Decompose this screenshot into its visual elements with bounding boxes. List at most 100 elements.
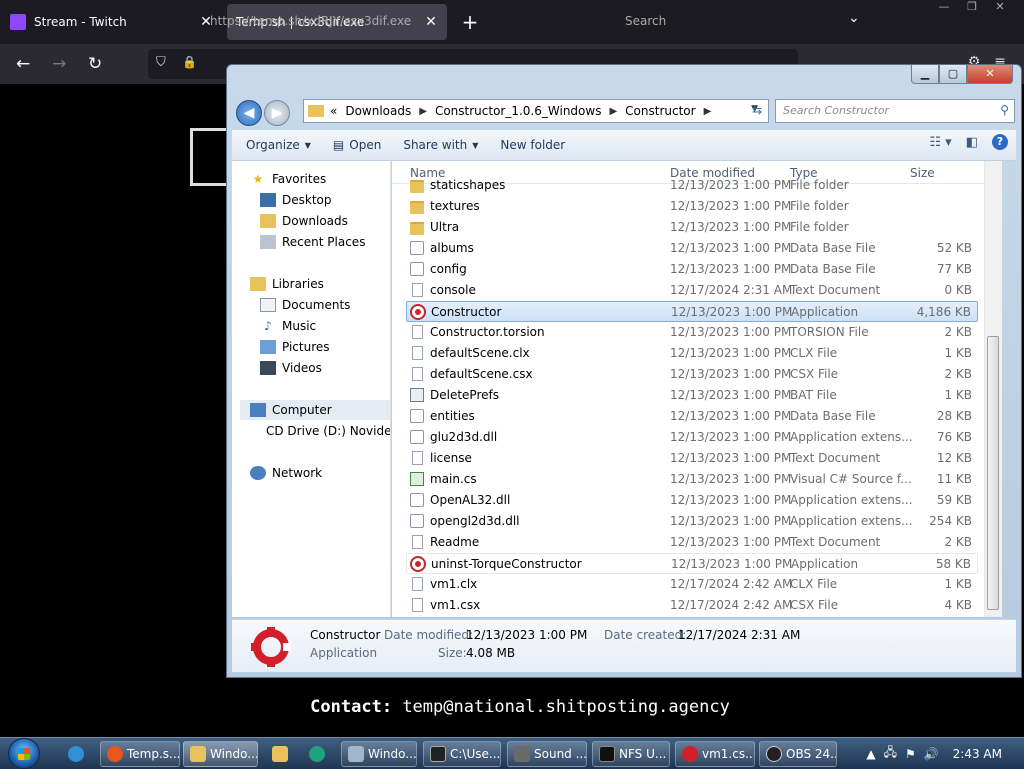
file-row[interactable]: console 12/17/2024 2:31 AM Text Document 0 …: [406, 280, 978, 301]
breadcrumb-constructor-windows[interactable]: Constructor_1.0.6_Windows: [435, 104, 602, 118]
start-button[interactable]: [8, 738, 40, 769]
network-icon[interactable]: 🖧: [884, 743, 897, 764]
scrollbar-thumb[interactable]: [987, 336, 999, 610]
taskbar-button-firefox[interactable]: Temp.s...: [100, 741, 180, 767]
file-row[interactable]: defaultScene.csx 12/13/2023 1:00 PM CSX Fi…: [406, 364, 978, 385]
close-icon[interactable]: ✕: [986, 0, 1014, 18]
close-icon[interactable]: ✕: [421, 14, 441, 30]
file-row[interactable]: main.cs 12/13/2023 1:00 PM Visual C# Sourc…: [406, 469, 978, 490]
file-row[interactable]: opengl2d3d.dll 12/13/2023 1:00 PM Applicat…: [406, 511, 978, 532]
share-with-button[interactable]: Share with ▼: [403, 138, 478, 152]
forward-arrow-icon[interactable]: ▶: [264, 100, 290, 126]
gear-file-icon: [410, 409, 424, 423]
file-row[interactable]: config 12/13/2023 1:00 PM Data Base File 77…: [406, 259, 978, 280]
taskbar-edge[interactable]: [303, 741, 333, 767]
search-icon[interactable]: ⚲: [1000, 103, 1009, 117]
search-input[interactable]: Search Constructor ⚲: [775, 99, 1015, 123]
file-row[interactable]: Readme 12/13/2023 1:00 PM Text Document 2 K…: [406, 532, 978, 553]
breadcrumb-downloads[interactable]: Downloads: [345, 104, 411, 118]
new-folder-button[interactable]: New folder: [500, 138, 565, 152]
chevron-right-icon[interactable]: ▶: [704, 106, 712, 117]
taskbar-ie[interactable]: [62, 741, 92, 767]
organize-button[interactable]: Organize ▼: [246, 138, 311, 152]
taskbar-button-vm1[interactable]: vm1.cs...: [675, 741, 755, 767]
refresh-icon[interactable]: ⇆: [745, 99, 769, 121]
file-row[interactable]: staticshapes 12/13/2023 1:00 PM File folde…: [406, 175, 978, 196]
clock[interactable]: 2:43 AM: [953, 747, 1002, 761]
obs-icon: [766, 746, 782, 762]
file-size: 1 KB: [944, 346, 972, 360]
file-row[interactable]: Constructor 12/13/2023 1:00 PM Application…: [406, 301, 978, 322]
nav-favorites[interactable]: ★ Favorites: [250, 169, 408, 189]
taskbar-button-window[interactable]: Windo...: [341, 741, 417, 767]
reload-icon[interactable]: ↻: [88, 54, 102, 74]
nav-label: Music: [282, 319, 317, 333]
breadcrumb-overflow[interactable]: «: [330, 104, 337, 118]
file-date-modified: 12/13/2023 1:00 PM: [670, 514, 792, 528]
maximize-icon[interactable]: ▢: [939, 65, 967, 84]
file-size: 2 KB: [944, 325, 972, 339]
address-bar[interactable]: « Downloads ▶ Constructor_1.0.6_Windows …: [303, 99, 769, 123]
file-row[interactable]: Constructor.torsion 12/13/2023 1:00 PM TOR…: [406, 322, 978, 343]
file-name: Constructor: [431, 305, 502, 319]
nav-computer[interactable]: Computer: [240, 400, 390, 420]
vertical-scrollbar[interactable]: [984, 161, 1002, 617]
shield-icon[interactable]: ⛉: [156, 55, 166, 70]
taskbar: Temp.s... Windo... Windo... C:\Use... So…: [0, 737, 1024, 769]
contact-email[interactable]: temp@national.shitposting.agency: [402, 697, 730, 717]
lock-icon[interactable]: 🔒: [182, 55, 197, 69]
nav-libraries[interactable]: Libraries: [250, 274, 408, 294]
taskbar-button-nfs[interactable]: NFS U...: [592, 741, 670, 767]
file-date-modified: 12/13/2023 1:00 PM: [670, 493, 792, 507]
taskbar-button-obs[interactable]: OBS 24...: [759, 741, 837, 767]
maximize-icon[interactable]: ❐: [958, 0, 986, 18]
list-tabs-icon[interactable]: ⌄: [848, 10, 860, 26]
file-size: 58 KB: [935, 557, 971, 571]
taskbar-button-explorer[interactable]: Windo...: [183, 741, 258, 767]
file-row[interactable]: OpenAL32.dll 12/13/2023 1:00 PM Applicatio…: [406, 490, 978, 511]
volume-icon[interactable]: 🔊: [924, 747, 939, 761]
chevron-right-icon[interactable]: ▶: [419, 106, 427, 117]
file-date-modified: 12/13/2023 1:00 PM: [670, 472, 792, 486]
document-icon: [412, 367, 423, 381]
document-icon: [412, 451, 423, 465]
file-row[interactable]: defaultScene.clx 12/13/2023 1:00 PM CLX Fi…: [406, 343, 978, 364]
sound-icon: [514, 746, 530, 762]
back-arrow-icon[interactable]: ◀: [236, 100, 262, 126]
file-row[interactable]: albums 12/13/2023 1:00 PM Data Base File 52…: [406, 238, 978, 259]
file-row[interactable]: textures 12/13/2023 1:00 PM File folder: [406, 196, 978, 217]
taskbar-button-sound[interactable]: Sound ...: [507, 741, 587, 767]
browser-search-placeholder[interactable]: Search: [625, 14, 666, 28]
flag-icon[interactable]: ⚑: [905, 747, 916, 761]
file-row[interactable]: entities 12/13/2023 1:00 PM Data Base File…: [406, 406, 978, 427]
change-view-icon[interactable]: ☷ ▾: [929, 135, 951, 150]
minimize-icon[interactable]: —: [930, 0, 958, 18]
tab-twitch[interactable]: Stream - Twitch ✕: [0, 4, 222, 40]
help-icon[interactable]: ?: [992, 134, 1008, 150]
file-row[interactable]: vm1.clx 12/17/2024 2:42 AM CLX File 1 KB: [406, 574, 978, 595]
taskbar-button-7zip[interactable]: C:\Use...: [423, 741, 501, 767]
new-tab-button[interactable]: +: [460, 8, 480, 36]
nav-label: Pictures: [282, 340, 330, 354]
show-hidden-icons-icon[interactable]: ▲: [866, 747, 875, 761]
file-row[interactable]: Ultra 12/13/2023 1:00 PM File folder: [406, 217, 978, 238]
file-row[interactable]: uninst-TorqueConstructor 12/13/2023 1:00 …: [406, 553, 978, 574]
file-row[interactable]: glu2d3d.dll 12/13/2023 1:00 PM Application…: [406, 427, 978, 448]
preview-pane-icon[interactable]: ◧: [966, 135, 978, 150]
chevron-right-icon[interactable]: ▶: [609, 106, 617, 117]
file-row[interactable]: vm1.csx 12/17/2024 2:42 AM CSX File 4 KB: [406, 595, 978, 616]
file-row[interactable]: license 12/13/2023 1:00 PM Text Document 12…: [406, 448, 978, 469]
file-row[interactable]: DeletePrefs 12/13/2023 1:00 PM BAT File 1 K…: [406, 385, 978, 406]
file-type: File folder: [790, 199, 849, 213]
breadcrumb-constructor[interactable]: Constructor: [625, 104, 695, 118]
url-text[interactable]: https://temp.sh/xdRJY/csx3dif.exe: [210, 14, 411, 28]
nav-network[interactable]: Network: [250, 463, 408, 483]
taskbar-media[interactable]: [266, 741, 296, 767]
forward-arrow-icon[interactable]: →: [52, 54, 66, 74]
back-arrow-icon[interactable]: ←: [16, 54, 30, 74]
open-button[interactable]: ▤ Open: [333, 138, 381, 152]
close-icon[interactable]: ✕: [967, 65, 1013, 84]
minimize-icon[interactable]: ▁: [911, 65, 939, 84]
nav-cd-drive[interactable]: CD Drive (D:) Novide: [260, 421, 390, 441]
taskbar-label: Windo...: [368, 747, 417, 761]
